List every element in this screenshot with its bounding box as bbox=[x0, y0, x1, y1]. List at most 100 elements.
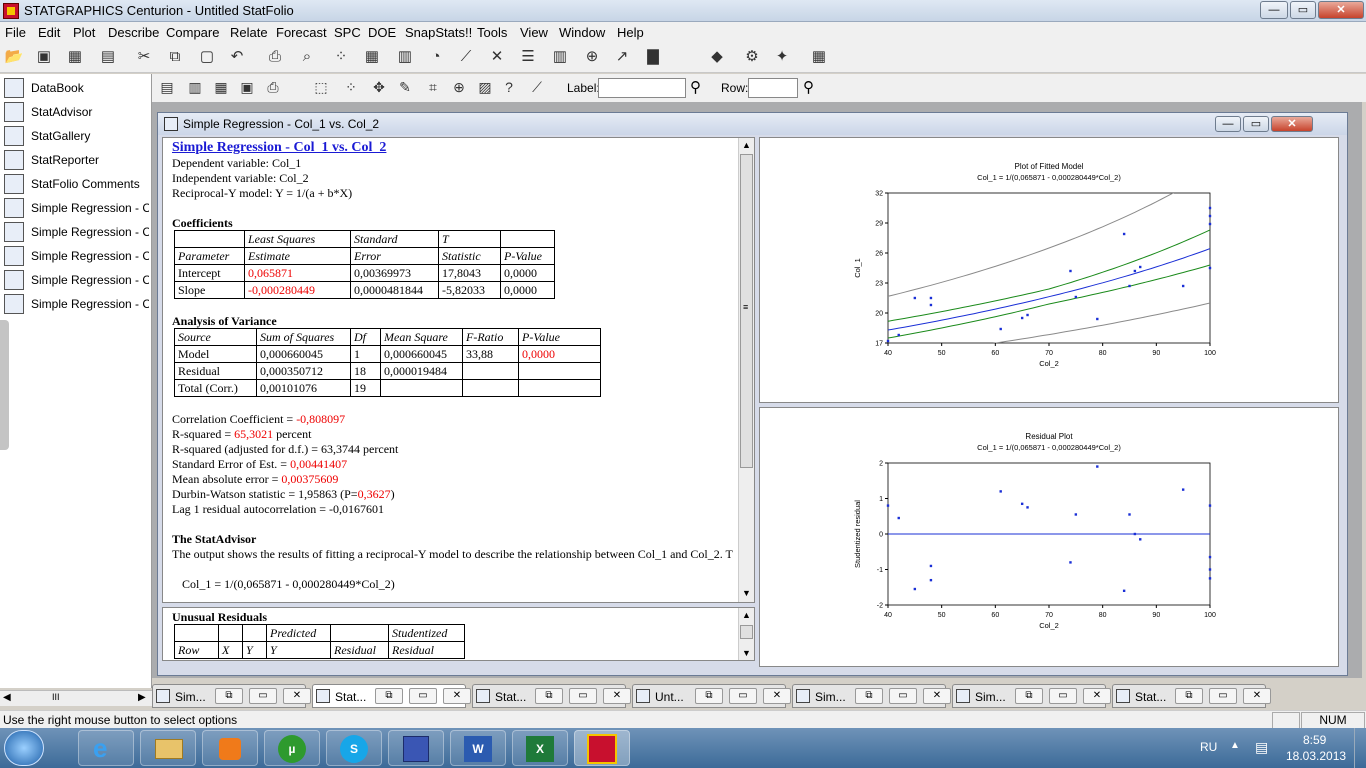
word-icon[interactable]: W bbox=[450, 730, 506, 766]
analysis-options-icon[interactable]: ▤ bbox=[156, 76, 178, 98]
scroll-up-icon[interactable]: ▲ bbox=[742, 140, 751, 150]
tab-restore-button[interactable]: ▭ bbox=[569, 688, 597, 704]
sidebar-item-1[interactable]: DataBook bbox=[0, 76, 150, 100]
query-icon[interactable]: ? bbox=[498, 76, 520, 98]
tab-restore-button[interactable]: ▭ bbox=[249, 688, 277, 704]
maximize-button[interactable]: ▭ bbox=[1290, 1, 1316, 19]
pane-options-icon[interactable]: ▥ bbox=[184, 76, 206, 98]
histogram-icon[interactable]: ▇ bbox=[642, 46, 664, 68]
tab-minimize-button[interactable]: ⧉ bbox=[1015, 688, 1043, 704]
tab-restore-button[interactable]: ▭ bbox=[409, 688, 437, 704]
exclude-icon[interactable]: ⌗ bbox=[422, 76, 444, 98]
magic-icon[interactable]: ✦ bbox=[771, 46, 793, 68]
minimize-button[interactable]: — bbox=[1260, 1, 1288, 19]
utorrent-icon[interactable]: µ bbox=[264, 730, 320, 766]
row-input[interactable] bbox=[748, 78, 798, 98]
sidebar-item-2[interactable]: StatAdvisor bbox=[0, 100, 150, 124]
tab-restore-button[interactable]: ▭ bbox=[729, 688, 757, 704]
table-icon[interactable]: ☰ bbox=[517, 46, 539, 68]
menu-relate[interactable]: Relate bbox=[230, 25, 268, 40]
label-input[interactable] bbox=[598, 78, 686, 98]
tab-close-button[interactable]: ✕ bbox=[603, 688, 631, 704]
statgraphics-taskbar-icon[interactable] bbox=[574, 730, 630, 766]
child-close-button[interactable]: ✕ bbox=[1271, 116, 1313, 132]
save-results-icon[interactable]: ⎙ bbox=[262, 76, 284, 98]
child-minimize-button[interactable]: — bbox=[1215, 116, 1241, 132]
window-tab-5[interactable]: Sim... ⧉ ▭ ✕ bbox=[792, 684, 951, 708]
preview-icon[interactable]: ⌕ bbox=[296, 46, 318, 68]
tab-restore-button[interactable]: ▭ bbox=[1049, 688, 1077, 704]
open-icon[interactable]: 📂 bbox=[3, 46, 25, 68]
tab-minimize-button[interactable]: ⧉ bbox=[1175, 688, 1203, 704]
text-pane-scrollbar[interactable]: ▲ ≡ ▼ bbox=[738, 138, 754, 602]
sidebar-item-3[interactable]: StatGallery bbox=[0, 124, 150, 148]
clock-time[interactable]: 8:59 bbox=[1303, 733, 1326, 747]
menu-spc[interactable]: SPC bbox=[334, 25, 361, 40]
window-tab-2[interactable]: Stat... ⧉ ▭ ✕ bbox=[312, 684, 471, 708]
tab-minimize-button[interactable]: ⧉ bbox=[375, 688, 403, 704]
residual-plot-pane[interactable]: Residual Plot Col_1 = 1/(0,065871 - 0,000… bbox=[759, 407, 1339, 667]
chart-icon[interactable]: ▥ bbox=[549, 46, 571, 68]
binoculars-icon[interactable]: ⚲ bbox=[690, 78, 701, 96]
cut-icon[interactable]: ✂ bbox=[133, 46, 155, 68]
menu-edit[interactable]: Edit bbox=[38, 25, 60, 40]
tab-minimize-button[interactable]: ⧉ bbox=[535, 688, 563, 704]
bars-icon[interactable]: ▥ bbox=[394, 46, 416, 68]
tab-close-button[interactable]: ✕ bbox=[443, 688, 471, 704]
binoculars-row-icon[interactable]: ⚲ bbox=[803, 78, 814, 96]
unusual-pane-scrollbar[interactable]: ▲ ▼ bbox=[738, 608, 754, 660]
slope-icon[interactable]: ⟋ bbox=[526, 76, 548, 98]
menu-window[interactable]: Window bbox=[559, 25, 605, 40]
tab-close-button[interactable]: ✕ bbox=[1243, 688, 1271, 704]
undo-icon[interactable]: ↶ bbox=[226, 46, 248, 68]
scroll-left-icon[interactable]: ◀ bbox=[3, 692, 11, 703]
menu-snapstats[interactable]: SnapStats!! bbox=[405, 25, 472, 40]
fitted-model-plot-pane[interactable]: Plot of Fitted Model Col_1 = 1/(0,065871 … bbox=[759, 137, 1339, 403]
skype-icon[interactable]: S bbox=[326, 730, 382, 766]
tools-icon[interactable]: ⚙ bbox=[741, 46, 763, 68]
window-tab-6[interactable]: Sim... ⧉ ▭ ✕ bbox=[952, 684, 1111, 708]
graphs-icon[interactable]: ▣ bbox=[236, 76, 258, 98]
tab-minimize-button[interactable]: ⧉ bbox=[215, 688, 243, 704]
grid-icon[interactable]: ▦ bbox=[361, 46, 383, 68]
tab-minimize-button[interactable]: ⧉ bbox=[695, 688, 723, 704]
calculator-icon[interactable]: ▦ bbox=[808, 46, 830, 68]
window-tab-7[interactable]: Stat... ⧉ ▭ ✕ bbox=[1112, 684, 1271, 708]
sidebar-item-9[interactable]: Simple Regression - Col_ bbox=[0, 268, 150, 292]
report-heading[interactable]: Simple Regression - Col_1 vs. Col_2 bbox=[172, 140, 386, 156]
menu-help[interactable]: Help bbox=[617, 25, 644, 40]
sidebar-item-7[interactable]: Simple Regression - Col_ bbox=[0, 220, 150, 244]
clock-date[interactable]: 18.03.2013 bbox=[1286, 749, 1346, 763]
tab-close-button[interactable]: ✕ bbox=[923, 688, 951, 704]
zoom-icon[interactable]: ⊕ bbox=[448, 76, 470, 98]
sidebar-horizontal-scrollbar[interactable]: ◀ III ▶ bbox=[0, 690, 152, 706]
network-icon[interactable]: ▤ bbox=[1255, 739, 1268, 756]
multi-icon[interactable]: ✕ bbox=[486, 46, 508, 68]
sidebar-item-8[interactable]: Simple Regression - Col_ bbox=[0, 244, 150, 268]
scroll-thumb[interactable]: III bbox=[52, 692, 60, 702]
target-icon[interactable]: ⊕ bbox=[581, 46, 603, 68]
child-maximize-button[interactable]: ▭ bbox=[1243, 116, 1269, 132]
file-explorer-icon[interactable] bbox=[140, 730, 196, 766]
internet-explorer-icon[interactable]: e bbox=[78, 730, 134, 766]
regression-icon[interactable]: ⟋ bbox=[455, 46, 477, 68]
menu-forecast[interactable]: Forecast bbox=[276, 25, 327, 40]
tab-close-button[interactable]: ✕ bbox=[1083, 688, 1111, 704]
language-indicator[interactable]: RU bbox=[1200, 740, 1217, 754]
window-tab-3[interactable]: Stat... ⧉ ▭ ✕ bbox=[472, 684, 631, 708]
save-icon[interactable]: ▣ bbox=[33, 46, 55, 68]
pie-icon[interactable]: ◔ bbox=[425, 46, 447, 68]
sidebar-splitter[interactable] bbox=[0, 320, 9, 450]
tab-minimize-button[interactable]: ⧉ bbox=[855, 688, 883, 704]
scroll-down-icon[interactable]: ▼ bbox=[742, 648, 751, 658]
menu-compare[interactable]: Compare bbox=[166, 25, 219, 40]
scatter-icon[interactable]: ⁘ bbox=[330, 46, 352, 68]
tab-restore-button[interactable]: ▭ bbox=[1209, 688, 1237, 704]
start-button[interactable] bbox=[4, 730, 44, 766]
sidebar-item-5[interactable]: StatFolio Comments bbox=[0, 172, 150, 196]
window-tab-1[interactable]: Sim... ⧉ ▭ ✕ bbox=[152, 684, 311, 708]
menu-plot[interactable]: Plot bbox=[73, 25, 95, 40]
label-icon[interactable]: ⁘ bbox=[340, 76, 362, 98]
sidebar-item-4[interactable]: StatReporter bbox=[0, 148, 150, 172]
print-icon[interactable]: ⎙ bbox=[264, 46, 286, 68]
